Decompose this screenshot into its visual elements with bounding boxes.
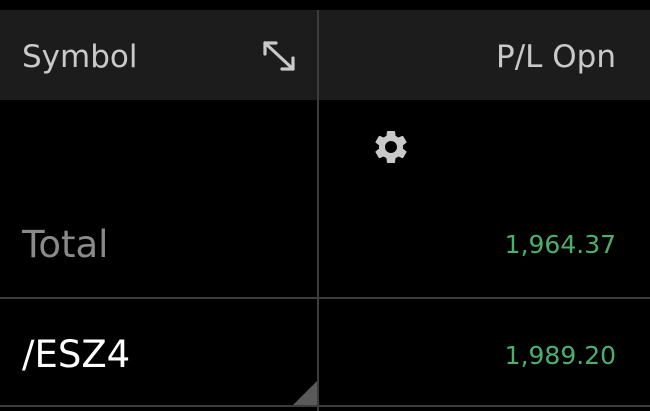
symbol-column-header[interactable]: Symbol: [22, 35, 137, 79]
bottom-divider: [0, 405, 650, 407]
gear-icon[interactable]: [371, 127, 411, 167]
top-bar: [0, 0, 650, 10]
position-symbol[interactable]: /ESZ4: [22, 330, 130, 380]
position-pl-value: 1,989.20: [504, 341, 616, 370]
pl-open-column-header[interactable]: P/L Opn: [496, 35, 616, 79]
total-pl-value: 1,964.37: [504, 230, 616, 259]
total-row-label: Total: [22, 223, 109, 266]
column-divider[interactable]: [317, 10, 319, 411]
expand-icon[interactable]: [262, 40, 296, 72]
corner-triangle-icon[interactable]: [293, 381, 317, 405]
row-divider: [0, 297, 650, 299]
